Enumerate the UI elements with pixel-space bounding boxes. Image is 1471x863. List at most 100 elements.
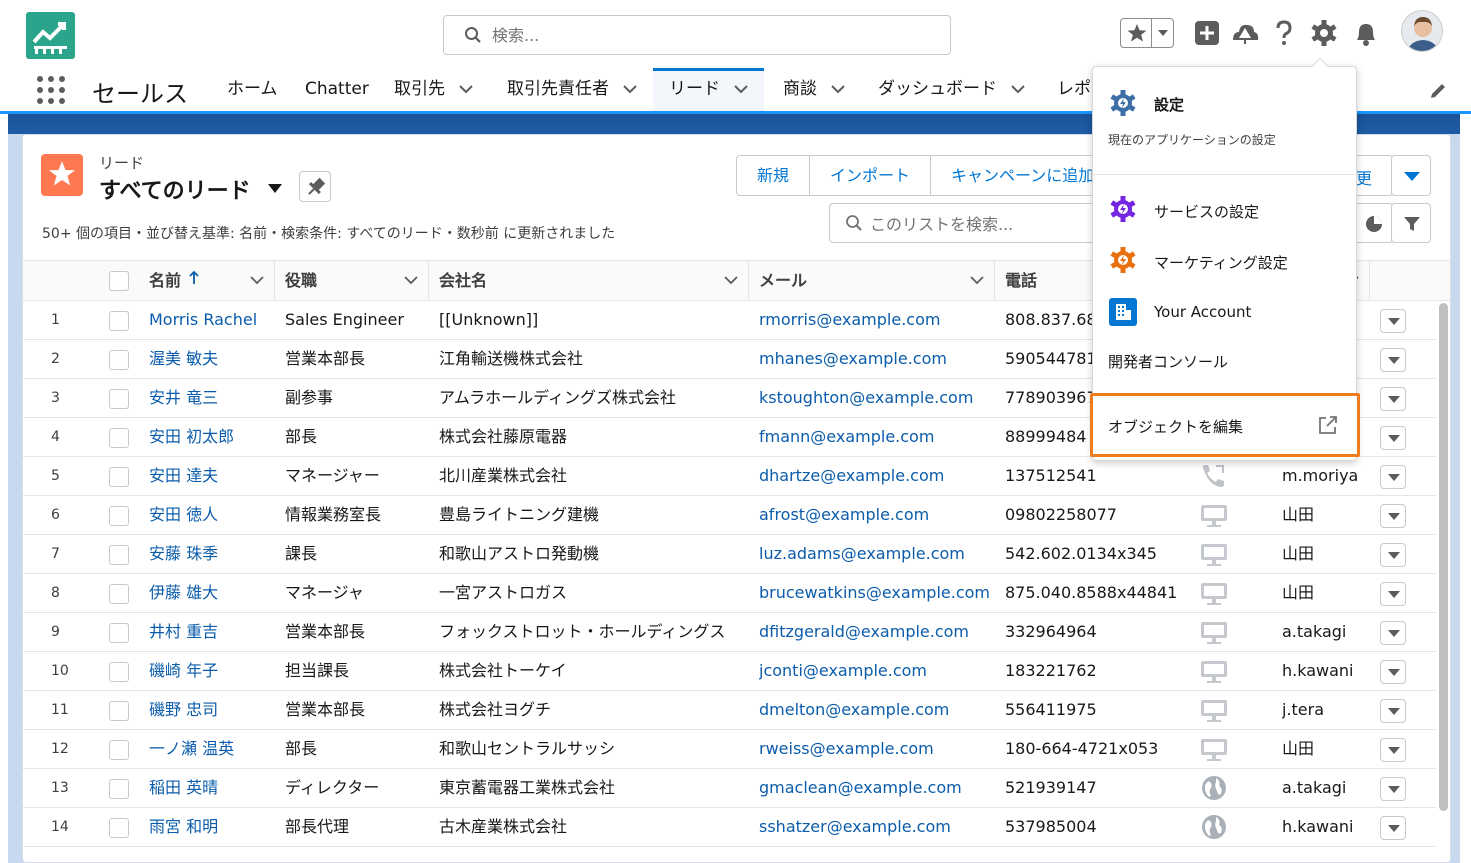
email-link[interactable]: sshatzer@example.com	[759, 808, 991, 846]
lead-name-link[interactable]: Morris Rachel	[149, 301, 271, 339]
more-actions-button[interactable]	[1391, 155, 1431, 196]
row-actions-button[interactable]	[1380, 660, 1406, 684]
column-header-name[interactable]: 名前	[139, 261, 275, 301]
lead-name-link[interactable]: 渥美 敏夫	[149, 340, 271, 378]
add-to-campaign-button[interactable]: キャンペーンに追加	[931, 156, 1114, 195]
email-link[interactable]: gmaclean@example.com	[759, 769, 991, 807]
column-header-company[interactable]: 会社名	[429, 261, 749, 301]
chevron-down-icon[interactable]	[404, 275, 418, 285]
email-link[interactable]: jconti@example.com	[759, 652, 991, 690]
nav-tab-leads[interactable]: リード	[653, 68, 764, 111]
chevron-down-icon[interactable]	[623, 84, 637, 94]
column-header-title[interactable]: 役職	[275, 261, 429, 301]
chevron-down-icon[interactable]	[970, 275, 984, 285]
edit-object-item[interactable]: オブジェクトを編集	[1090, 393, 1360, 457]
email-link[interactable]: brucewatkins@example.com	[759, 574, 991, 612]
row-actions-button[interactable]	[1380, 387, 1406, 411]
row-checkbox[interactable]	[109, 545, 129, 565]
nav-tab-home[interactable]: ホーム	[227, 68, 278, 111]
row-actions-button[interactable]	[1380, 816, 1406, 840]
row-checkbox[interactable]	[109, 818, 129, 838]
help-icon[interactable]	[1269, 18, 1299, 48]
row-actions-button[interactable]	[1380, 582, 1406, 606]
row-checkbox[interactable]	[109, 311, 129, 331]
email-link[interactable]: dmelton@example.com	[759, 691, 991, 729]
row-checkbox[interactable]	[109, 506, 129, 526]
add-icon[interactable]	[1192, 18, 1222, 48]
global-search[interactable]	[443, 15, 951, 55]
chevron-down-icon[interactable]	[250, 275, 264, 285]
lead-name-link[interactable]: 一ノ瀬 温英	[149, 730, 271, 768]
nav-tab-dashboards[interactable]: ダッシュボード	[878, 68, 1025, 111]
email-link[interactable]: dhartze@example.com	[759, 457, 991, 495]
filter-button[interactable]	[1391, 203, 1431, 243]
edit-nav-pencil-icon[interactable]	[1429, 82, 1447, 100]
email-link[interactable]: rmorris@example.com	[759, 301, 991, 339]
lead-name-link[interactable]: 稲田 英晴	[149, 769, 271, 807]
lead-name-link[interactable]: 安田 達夫	[149, 457, 271, 495]
lead-name-link[interactable]: 井村 重吉	[149, 613, 271, 651]
email-link[interactable]: afrost@example.com	[759, 496, 991, 534]
row-actions-button[interactable]	[1380, 426, 1406, 450]
row-checkbox[interactable]	[109, 389, 129, 409]
list-search[interactable]	[829, 203, 1129, 243]
select-all-checkbox[interactable]	[109, 271, 129, 291]
trailhead-icon[interactable]	[1230, 18, 1260, 48]
row-actions-button[interactable]	[1380, 738, 1406, 762]
row-checkbox[interactable]	[109, 740, 129, 760]
app-logo-chart-icon[interactable]	[26, 12, 75, 59]
lead-name-link[interactable]: 安田 徳人	[149, 496, 271, 534]
row-checkbox[interactable]	[109, 584, 129, 604]
lead-name-link[interactable]: 安田 初太郎	[149, 418, 271, 456]
your-account-item[interactable]: Your Account	[1154, 303, 1251, 321]
row-actions-button[interactable]	[1380, 504, 1406, 528]
nav-tab-contacts[interactable]: 取引先責任者	[507, 68, 637, 111]
email-link[interactable]: fmann@example.com	[759, 418, 991, 456]
import-button[interactable]: インポート	[810, 156, 932, 195]
row-checkbox[interactable]	[109, 779, 129, 799]
email-link[interactable]: mhanes@example.com	[759, 340, 991, 378]
chevron-down-icon[interactable]	[1011, 84, 1025, 94]
setup-gear-icon[interactable]	[1309, 18, 1339, 48]
lead-name-link[interactable]: 安井 竜三	[149, 379, 271, 417]
favorites-button-group[interactable]	[1120, 18, 1174, 48]
row-actions-button[interactable]	[1380, 621, 1406, 645]
service-setup-item[interactable]: サービスの設定	[1154, 201, 1259, 222]
charts-button[interactable]	[1353, 203, 1393, 243]
favorites-caret-icon[interactable]	[1157, 25, 1169, 39]
email-link[interactable]: dfitzgerald@example.com	[759, 613, 991, 651]
row-checkbox[interactable]	[109, 467, 129, 487]
new-button[interactable]: 新規	[737, 156, 811, 195]
list-view-title[interactable]: すべてのリード	[99, 173, 251, 205]
list-search-input[interactable]	[870, 213, 1120, 235]
lead-name-link[interactable]: 安藤 珠季	[149, 535, 271, 573]
developer-console-item[interactable]: 開発者コンソール	[1108, 351, 1228, 372]
user-avatar[interactable]	[1401, 10, 1443, 52]
nav-tab-chatter[interactable]: Chatter	[305, 68, 369, 111]
email-link[interactable]: luz.adams@example.com	[759, 535, 991, 573]
list-view-switcher-caret-icon[interactable]	[267, 182, 283, 194]
marketing-setup-item[interactable]: マーケティング設定	[1154, 252, 1288, 273]
chevron-down-icon[interactable]	[724, 275, 738, 285]
nav-tab-accounts[interactable]: 取引先	[394, 68, 473, 111]
row-checkbox[interactable]	[109, 623, 129, 643]
row-actions-button[interactable]	[1380, 777, 1406, 801]
email-link[interactable]: kstoughton@example.com	[759, 379, 991, 417]
row-checkbox[interactable]	[109, 701, 129, 721]
app-launcher-icon[interactable]	[37, 76, 65, 104]
setup-menu-title[interactable]: 設定	[1154, 94, 1184, 115]
column-header-email[interactable]: メール	[749, 261, 995, 301]
row-actions-button[interactable]	[1380, 465, 1406, 489]
row-actions-button[interactable]	[1380, 543, 1406, 567]
nav-tab-opportunities[interactable]: 商談	[783, 68, 845, 111]
row-checkbox[interactable]	[109, 428, 129, 448]
global-search-input[interactable]	[492, 24, 932, 46]
lead-name-link[interactable]: 磯野 忠司	[149, 691, 271, 729]
chevron-down-icon[interactable]	[459, 84, 473, 94]
chevron-down-icon[interactable]	[734, 84, 748, 94]
row-checkbox[interactable]	[109, 662, 129, 682]
table-scrollbar[interactable]	[1439, 303, 1448, 811]
lead-name-link[interactable]: 伊藤 雄大	[149, 574, 271, 612]
notifications-bell-icon[interactable]	[1351, 18, 1381, 48]
lead-name-link[interactable]: 雨宮 和明	[149, 808, 271, 846]
